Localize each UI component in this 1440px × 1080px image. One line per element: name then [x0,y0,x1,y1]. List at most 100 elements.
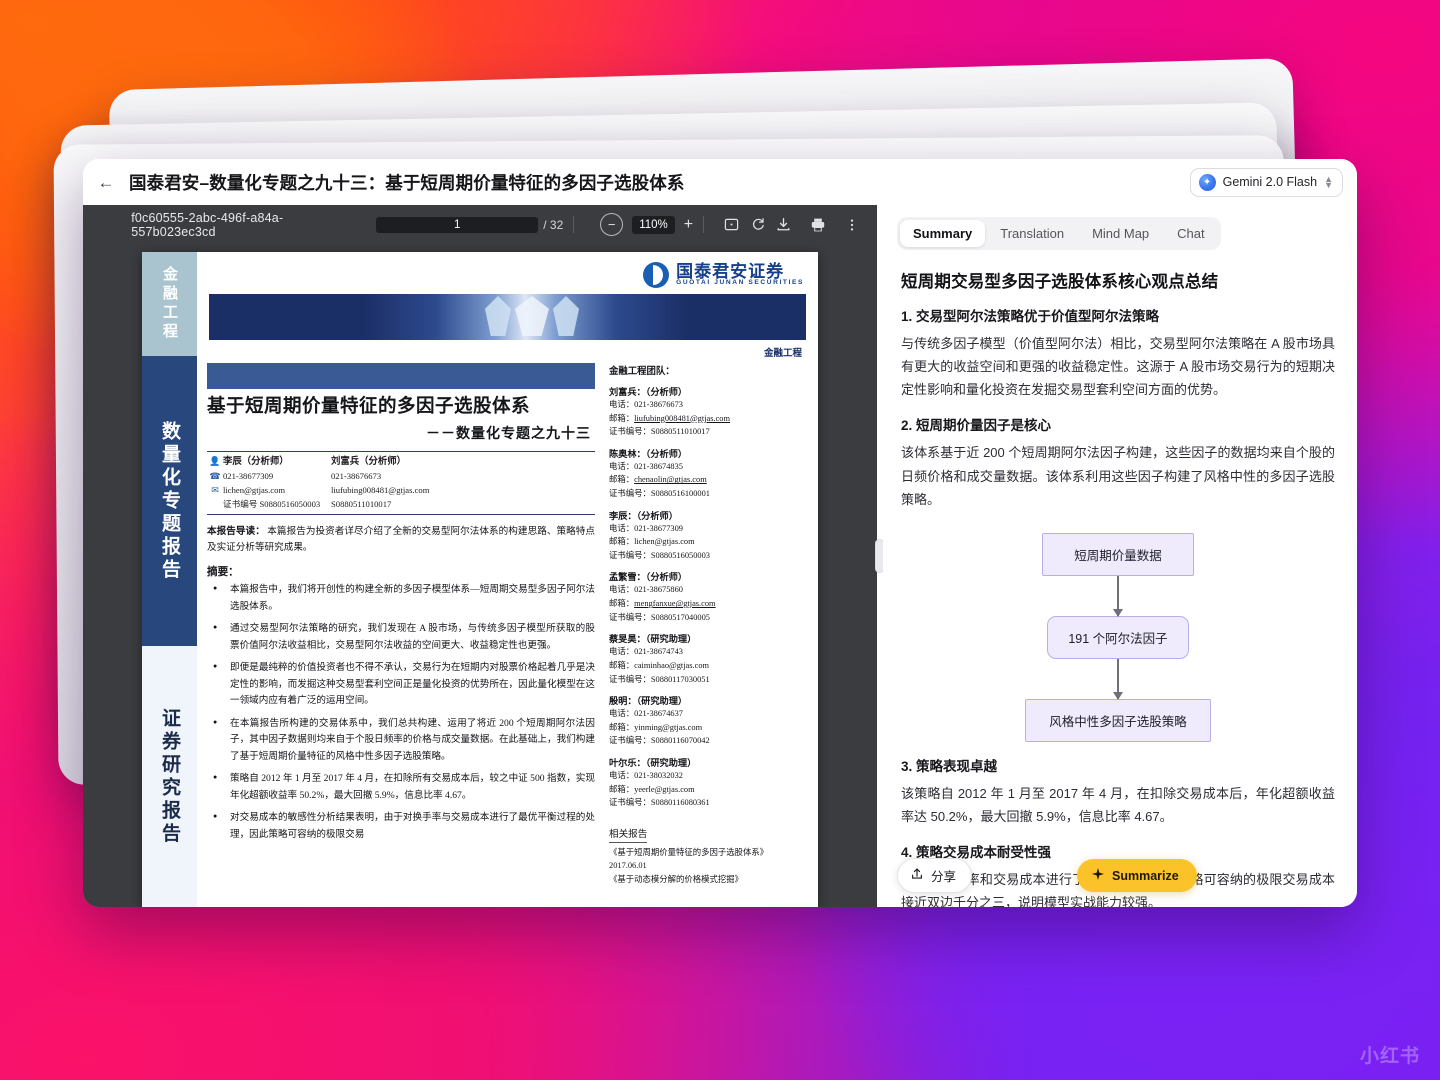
email-link[interactable]: mengfanxue@gtjas.com [634,599,715,608]
pdf-side-tab-quant-label: 数量化专题报告 [156,421,183,582]
banner-gem-left [485,296,511,336]
pdf-guide-label: 本报告导读： [207,526,265,537]
team-member: 孟繁雪：（分析师） 电话：021-38675860 邮箱：mengfanxue@… [609,569,808,624]
table-row: ☎ 021-38677309 021-38676673 [207,470,595,484]
pdf-abstract-label: 摘要： [207,564,595,579]
pdf-guide-text: 本篇报告为投资者详尽介绍了全新的交易型阿尔法体系的构建思路、策略特点及实证分析等… [207,526,595,553]
summarize-button[interactable]: Summarize [1077,859,1197,892]
tab-mind-map[interactable]: Mind Map [1079,220,1162,247]
watermark: 小红书 [1360,1041,1420,1068]
list-item: 本篇报告中，我们将开创性的构建全新的多因子模型体系—短周期交易型多因子阿尔法选股… [207,582,595,615]
pdf-scroll-area[interactable]: 金融工程 数量化专题报告 证券研究报告 国泰君安证券 GUOTAI JUNAN … [83,244,877,907]
zoom-in-button[interactable]: + [684,217,693,233]
back-arrow-icon[interactable]: ← [93,169,119,195]
guotai-junan-logo-icon [643,262,669,288]
print-icon[interactable] [810,217,826,233]
view-controls [724,217,766,232]
model-picker[interactable]: ✦ Gemini 2.0 Flash ▲▼ [1190,168,1343,197]
summary-section-2-heading: 2. 短周期价量因子是核心 [901,414,1335,434]
summary-section-3-heading: 3. 策略表现卓越 [901,755,1335,775]
email-link[interactable]: liufubing008481@gtjas.com [634,414,730,423]
pdf-related-list: 《基于短周期价量特征的多因子选股体系》 2017.06.01 《基于动态模分解的… [609,846,808,886]
guotai-junan-wordmark: 国泰君安证券 GUOTAI JUNAN SECURITIES [676,263,804,288]
team-member: 李辰：（分析师） 电话：021-38677309 邮箱：lichen@gtjas… [609,508,808,563]
team-member: 叶尔乐：（研究助理） 电话：021-38032032 邮箱：yeerle@gtj… [609,755,808,810]
page-number-input[interactable] [376,217,538,233]
pdf-title-band [207,363,595,389]
pdf-guide-paragraph: 本报告导读： 本篇报告为投资者详尽介绍了全新的交易型阿尔法体系的构建思路、策略特… [207,524,595,556]
pdf-left-column: 基于短周期价量特征的多因子选股体系 －－数量化专题之九十三 👤 李辰（分析师） … [207,363,595,886]
tab-translation[interactable]: Translation [987,220,1077,247]
pdf-page-content: 国泰君安证券 GUOTAI JUNAN SECURITIES 金融工程 [197,252,818,907]
summary-section-1-body: 与传统多因子模型（价值型阿尔法）相比，交易型阿尔法策略在 A 股市场具有更大的收… [901,332,1335,401]
pdf-abstract-list: 本篇报告中，我们将开创性的构建全新的多因子模型体系—短周期交易型多因子阿尔法选股… [207,582,595,843]
pdf-related-title: 相关报告 [609,826,647,843]
ai-assistant-pane: Summary Translation Mind Map Chat 短周期交易型… [883,205,1357,907]
pdf-report-subtitle: －－数量化专题之九十三 [207,423,595,443]
logo-chinese-name: 国泰君安证券 [676,263,804,281]
list-item: 《基于动态模分解的价格模式挖掘》 [609,873,808,886]
banner-gem-right [553,296,579,336]
pdf-team-title: 金融工程团队： [609,363,808,377]
window-body: f0c60555-2abc-496f-a84a-557b023ec3cd / 3… [83,205,1357,907]
page-total-label: / 32 [543,218,563,232]
team-member: 蔡旻昊：（研究助理） 电话：021-38674743 邮箱：caiminhao@… [609,631,808,686]
team-member: 刘富兵：（分析师） 电话：021-38676673 邮箱：liufubing00… [609,384,808,439]
share-button-label: 分享 [931,866,956,885]
pdf-two-column-layout: 基于短周期价量特征的多因子选股体系 －－数量化专题之九十三 👤 李辰（分析师） … [207,363,808,886]
mail-icon: ✉ [207,484,223,498]
banner-gem-center [515,296,549,336]
summary-flowchart: 短周期价量数据 191 个阿尔法因子 风格中性多因子选股策略 [901,533,1335,742]
pdf-right-column: 金融工程团队： 刘富兵：（分析师） 电话：021-38676673 邮箱：liu… [605,363,808,886]
summary-section-4-heading: 4. 策略交易成本耐受性强 [901,841,1335,861]
flowchart-node-data: 短周期价量数据 [1042,533,1194,576]
flowchart-node-strategy: 风格中性多因子选股策略 [1025,699,1211,742]
pdf-banner-image [209,294,806,340]
table-row: 证书编号 S0880516050003 S0880511010017 [207,498,595,511]
rotate-icon[interactable] [751,217,766,232]
pdf-side-tab-finance-label: 金融工程 [159,266,180,342]
pdf-toolbar: f0c60555-2abc-496f-a84a-557b023ec3cd / 3… [83,205,877,244]
person-icon: 👤 [207,455,223,469]
page-title: 国泰君安–数量化专题之九十三：基于短周期价量特征的多因子选股体系 [129,170,1180,195]
pdf-banner-caption: 金融工程 [207,340,808,359]
list-item: 策略自 2012 年 1 月至 2017 年 4 月，在扣除所有交易成本后，较之… [207,771,595,804]
download-icon[interactable] [776,217,791,232]
list-item: 即便是最纯粹的价值投资者也不得不承认，交易行为在短期内对股票价格起着几乎是决定性… [207,660,595,710]
pdf-report-title: 基于短周期价量特征的多因子选股体系 [207,395,595,419]
pdf-side-tab-research: 证券研究报告 [142,646,197,907]
share-button[interactable]: 分享 [897,858,972,893]
list-item: 《基于短周期价量特征的多因子选股体系》 [609,846,808,859]
tab-chat[interactable]: Chat [1164,220,1217,247]
tab-summary[interactable]: Summary [900,220,985,247]
summary-heading: 短周期交易型多因子选股体系核心观点总结 [901,268,1335,292]
hamburger-menu-icon[interactable] [97,217,115,233]
flowchart-arrow-2 [1117,659,1119,699]
toolbar-right-actions [776,217,863,233]
title-bar: ← 国泰君安–数量化专题之九十三：基于短周期价量特征的多因子选股体系 ✦ Gem… [83,159,1357,205]
list-item: 通过交易型阿尔法策略的研究，我们发现在 A 股市场，与传统多因子模型所获取的股票… [207,621,595,654]
email-link[interactable]: chenaolin@gtjas.com [634,475,707,484]
team-member: 殷明：（研究助理） 电话：021-38674637 邮箱：yinming@gtj… [609,693,808,748]
list-item: 在本篇报告所构建的交易体系中，我们总共构建、运用了将近 200 个短周期阿尔法因… [207,716,595,766]
zoom-controls: − 110% + [600,213,693,236]
pdf-side-tab-research-label: 证券研究报告 [156,708,183,846]
summary-content[interactable]: 短周期交易型多因子选股体系核心观点总结 1. 交易型阿尔法策略优于价值型阿尔法策… [883,250,1357,907]
summary-section-2-body: 该体系基于近 200 个短周期阿尔法因子构建，这些因子的数据均来自个股的日频价格… [901,441,1335,510]
toolbar-divider-2 [703,216,704,233]
summarize-button-label: Summarize [1112,869,1179,883]
pdf-side-tab-quant: 数量化专题报告 [142,356,197,646]
logo-english-name: GUOTAI JUNAN SECURITIES [676,280,804,287]
more-vertical-icon[interactable] [845,218,859,232]
phone-icon: ☎ [207,470,223,484]
fit-page-icon[interactable] [724,217,739,232]
flowchart-node-factors: 191 个阿尔法因子 [1047,616,1188,659]
model-picker-label: Gemini 2.0 Flash [1223,175,1317,189]
pdf-viewer-pane: f0c60555-2abc-496f-a84a-557b023ec3cd / 3… [83,205,877,907]
summary-section-1-heading: 1. 交易型阿尔法策略优于价值型阿尔法策略 [901,305,1335,325]
share-upload-icon [910,867,924,884]
pdf-file-id: f0c60555-2abc-496f-a84a-557b023ec3cd [131,211,346,239]
zoom-out-button[interactable]: − [600,213,623,236]
table-row: ✉ lichen@gtjas.com liufubing008481@gtjas… [207,484,595,498]
page-navigation: / 32 [376,217,563,233]
